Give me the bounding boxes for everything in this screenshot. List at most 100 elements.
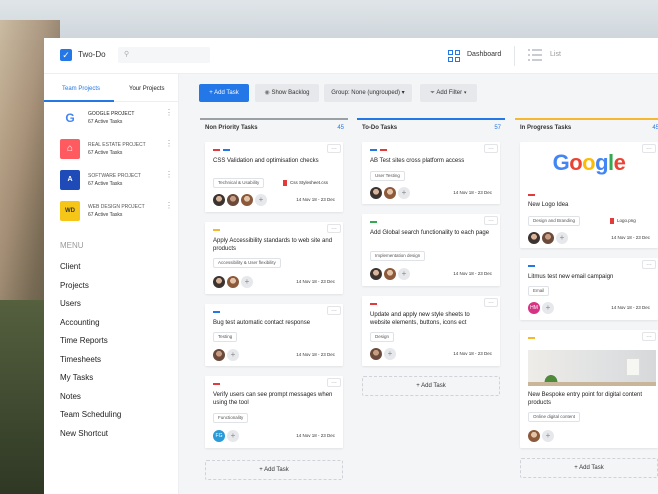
group-dropdown[interactable]: Group: None (ungrouped) ▾ xyxy=(324,84,412,102)
chevron-down-icon: ▾ xyxy=(400,90,405,96)
add-task-button[interactable]: + Add Task xyxy=(199,84,249,102)
task-tag: User Testing xyxy=(370,171,405,181)
project-tasks: 67 Active Tasks xyxy=(88,212,123,218)
priority-flags xyxy=(370,149,390,151)
avatar[interactable] xyxy=(384,268,396,280)
task-card[interactable]: … Verify users can see prompt messages w… xyxy=(205,376,343,448)
task-card[interactable]: … CSS Validation and optimisation checks… xyxy=(205,142,343,212)
priority-flags xyxy=(213,383,223,385)
menu-item-time-reports[interactable]: Time Reports xyxy=(60,336,108,345)
project-item-web-design[interactable]: WD WEB DESIGN PROJECT 67 Active Tasks ⋮ xyxy=(56,201,178,223)
more-horizontal-icon[interactable]: … xyxy=(484,144,498,153)
add-assignee-icon[interactable]: + xyxy=(227,349,239,361)
menu-item-my-tasks[interactable]: My Tasks xyxy=(60,373,93,382)
google-logo-image: Google xyxy=(552,150,626,175)
project-item-software[interactable]: A SOFTWARE PROJECT 67 Active Tasks ⋮ xyxy=(56,170,178,192)
task-title: New Bespoke entry point for digital cont… xyxy=(528,392,643,406)
avatar-initials[interactable]: FG xyxy=(213,430,225,442)
menu-item-client[interactable]: Client xyxy=(60,262,80,271)
add-task-inline-button[interactable]: + Add Task xyxy=(362,376,500,396)
avatar[interactable] xyxy=(227,276,239,288)
column-non-priority: Non Priority Tasks 45 … CSS Validation a… xyxy=(200,118,348,494)
avatar[interactable] xyxy=(528,430,540,442)
task-title: CSS Validation and optimisation checks xyxy=(213,158,319,164)
avatar-initials[interactable]: HM xyxy=(528,302,540,314)
menu-item-team-scheduling[interactable]: Team Scheduling xyxy=(60,410,121,419)
task-tag: Testing xyxy=(213,332,238,342)
project-item-google[interactable]: G GOOGLE PROJECT 67 Active Tasks ⋮ xyxy=(56,108,178,130)
column-title: Non Priority Tasks xyxy=(205,125,258,131)
more-horizontal-icon[interactable]: … xyxy=(642,260,656,269)
more-horizontal-icon[interactable]: … xyxy=(327,378,341,387)
task-dates: 14 Nov 18 - 23 Dec xyxy=(453,271,492,276)
avatar[interactable] xyxy=(370,348,382,360)
tab-team-projects[interactable]: Team Projects xyxy=(62,85,100,93)
add-assignee-icon[interactable]: + xyxy=(241,276,253,288)
priority-flags xyxy=(528,265,538,267)
avatar[interactable] xyxy=(213,349,225,361)
add-assignee-icon[interactable]: + xyxy=(398,187,410,199)
add-assignee-icon[interactable]: + xyxy=(542,302,554,314)
menu-item-notes[interactable]: Notes xyxy=(60,392,81,401)
menu-item-projects[interactable]: Projects xyxy=(60,281,89,290)
more-horizontal-icon[interactable]: … xyxy=(327,144,341,153)
task-card[interactable]: … AB Test sites cross platform access Us… xyxy=(362,142,500,204)
assignees: FG + xyxy=(213,430,241,442)
more-horizontal-icon[interactable]: … xyxy=(484,216,498,225)
more-horizontal-icon[interactable]: … xyxy=(484,298,498,307)
more-vertical-icon[interactable]: ⋮ xyxy=(165,171,173,179)
avatar[interactable] xyxy=(213,276,225,288)
add-assignee-icon[interactable]: + xyxy=(556,232,568,244)
nav-list[interactable]: List xyxy=(550,51,561,58)
task-card[interactable]: … Update and apply new style sheets to w… xyxy=(362,296,500,366)
list-view-icon[interactable] xyxy=(528,49,542,62)
more-vertical-icon[interactable]: ⋮ xyxy=(165,202,173,210)
add-task-inline-button[interactable]: + Add Task xyxy=(205,460,343,480)
task-card[interactable]: … Apply Accessibility standards to web s… xyxy=(205,222,343,294)
show-backlog-button[interactable]: ◉ Show Backlog xyxy=(255,84,319,102)
nav-dashboard[interactable]: Dashboard xyxy=(467,51,501,58)
add-assignee-icon[interactable]: + xyxy=(255,194,267,206)
task-card[interactable]: … Add Global search functionality to eac… xyxy=(362,214,500,286)
attachment[interactable]: Css Stylesheet.css xyxy=(283,180,328,186)
column-title: To-Do Tasks xyxy=(362,125,398,131)
add-assignee-icon[interactable]: + xyxy=(398,268,410,280)
more-vertical-icon[interactable]: ⋮ xyxy=(165,109,173,117)
avatar[interactable] xyxy=(528,232,540,244)
more-horizontal-icon[interactable]: … xyxy=(327,306,341,315)
task-card[interactable]: … New Bespoke entry point for digital co… xyxy=(520,330,658,448)
task-card[interactable]: … Bug test automatic contact response Te… xyxy=(205,304,343,366)
add-assignee-icon[interactable]: + xyxy=(542,430,554,442)
add-assignee-icon[interactable]: + xyxy=(227,430,239,442)
tab-your-projects[interactable]: Your Projects xyxy=(129,85,164,93)
more-horizontal-icon[interactable]: … xyxy=(327,224,341,233)
search-input[interactable]: ⚲ xyxy=(118,47,210,63)
task-card[interactable]: … Litmus test new email campaign Email H… xyxy=(520,258,658,320)
add-assignee-icon[interactable]: + xyxy=(384,348,396,360)
dashboard-grid-icon[interactable] xyxy=(448,50,460,62)
avatar[interactable] xyxy=(542,232,554,244)
menu-item-users[interactable]: Users xyxy=(60,299,81,308)
avatar[interactable] xyxy=(213,194,225,206)
task-title: New Logo Idea xyxy=(528,202,569,208)
assignees: + xyxy=(370,348,398,360)
project-item-real-estate[interactable]: ⌂ REAL ESTATE PROJECT 67 Active Tasks ⋮ xyxy=(56,139,178,161)
add-task-inline-button[interactable]: + Add Task xyxy=(520,458,658,478)
menu-item-timesheets[interactable]: Timesheets xyxy=(60,355,101,364)
column-header: To-Do Tasks 57 xyxy=(357,118,505,133)
task-card[interactable]: … Google New Logo Idea Design and Brandi… xyxy=(520,142,658,248)
menu-item-accounting[interactable]: Accounting xyxy=(60,318,100,327)
menu-item-new-shortcut[interactable]: New Shortcut xyxy=(60,429,108,438)
avatar[interactable] xyxy=(227,194,239,206)
avatar[interactable] xyxy=(370,268,382,280)
avatar[interactable] xyxy=(241,194,253,206)
avatar[interactable] xyxy=(384,187,396,199)
add-filter-button[interactable]: ⏷ Add Filter ▾ xyxy=(420,84,477,102)
task-tag: Online digital content xyxy=(528,412,581,422)
nav-divider xyxy=(514,46,515,66)
task-title: Verify users can see prompt messages whe… xyxy=(213,392,333,406)
attachment[interactable]: Logo.png xyxy=(610,218,636,224)
more-vertical-icon[interactable]: ⋮ xyxy=(165,140,173,148)
more-horizontal-icon[interactable]: … xyxy=(642,332,656,341)
avatar[interactable] xyxy=(370,187,382,199)
